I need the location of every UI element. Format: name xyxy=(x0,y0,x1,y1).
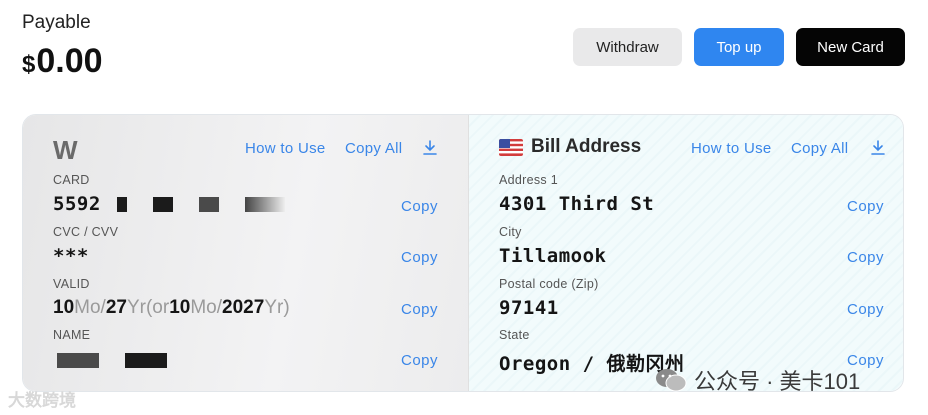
cvc-value: *** xyxy=(53,245,89,267)
copy-address-button[interactable]: Copy xyxy=(847,198,884,215)
new-card-button[interactable]: New Card xyxy=(796,28,905,66)
copy-all-link[interactable]: Copy All xyxy=(791,140,848,157)
card-number: 5592 xyxy=(53,193,299,215)
balance-label: Payable xyxy=(22,12,91,33)
zip-value: 97141 xyxy=(499,297,559,319)
valid-label: VALID xyxy=(53,277,90,291)
download-icon[interactable] xyxy=(422,139,438,157)
city-label: City xyxy=(499,225,522,239)
valid-month: 10 xyxy=(53,297,75,318)
copy-zip-button[interactable]: Copy xyxy=(847,301,884,318)
redacted-block xyxy=(152,197,173,212)
watermark-text: 公众号 · 美卡101 xyxy=(694,369,861,394)
valid-year-full: 2027 xyxy=(222,297,265,318)
copy-all-link[interactable]: Copy All xyxy=(345,140,402,157)
currency-symbol: $ xyxy=(22,51,36,78)
copy-name-button[interactable]: Copy xyxy=(401,352,438,369)
cvc-label: CVC / CVV xyxy=(53,225,119,239)
card-number-prefix: 5592 xyxy=(53,193,101,215)
cardholder-name xyxy=(53,349,181,371)
redacted-block xyxy=(124,353,167,368)
valid-value: 10Mo/27Yr(or10Mo/2027Yr) xyxy=(53,297,290,319)
card-label: CARD xyxy=(53,173,90,187)
valid-month-alt: 10 xyxy=(169,297,191,318)
how-to-use-link[interactable]: How to Use xyxy=(691,140,772,157)
download-icon[interactable] xyxy=(870,139,886,157)
name-label: NAME xyxy=(53,328,91,342)
brand-logo: W xyxy=(53,135,78,165)
close-paren: ) xyxy=(283,297,290,318)
redacted-block xyxy=(244,197,285,212)
year-unit: Yr xyxy=(126,297,146,318)
month-unit: Mo xyxy=(74,297,101,318)
zip-label: Postal code (Zip) xyxy=(499,277,599,291)
copy-valid-button[interactable]: Copy xyxy=(401,301,438,318)
balance-amount: $0.00 xyxy=(22,42,103,81)
wechat-icon xyxy=(654,367,688,393)
watermark-right: 公众号 · 美卡101 xyxy=(654,364,860,396)
address1-label: Address 1 xyxy=(499,173,558,187)
copy-card-button[interactable]: Copy xyxy=(401,198,438,215)
address1-value: 4301 Third St xyxy=(499,193,655,215)
bill-address-panel: Bill Address How to Use Copy All Address… xyxy=(469,115,903,391)
bill-address-title: Bill Address xyxy=(531,136,642,157)
redacted-block xyxy=(116,197,127,212)
city-value: Tillamook xyxy=(499,245,607,267)
year-unit: Yr xyxy=(264,297,284,318)
withdraw-button[interactable]: Withdraw xyxy=(573,28,682,66)
copy-city-button[interactable]: Copy xyxy=(847,249,884,266)
copy-cvc-button[interactable]: Copy xyxy=(401,249,438,266)
redacted-block xyxy=(57,353,99,368)
bill-address-header: Bill Address xyxy=(499,136,641,158)
watermark-left: 大数跨境 xyxy=(8,391,76,410)
month-unit: Mo xyxy=(190,297,217,318)
state-label: State xyxy=(499,328,530,342)
or-text: (or xyxy=(145,297,170,318)
redacted-block xyxy=(198,197,219,212)
top-up-button[interactable]: Top up xyxy=(694,28,784,66)
us-flag-icon xyxy=(499,138,523,156)
valid-year-short: 27 xyxy=(105,297,127,318)
balance-value: 0.00 xyxy=(36,42,103,80)
card-details: W How to Use Copy All CARD 5592 Copy CVC… xyxy=(22,114,904,392)
how-to-use-link[interactable]: How to Use xyxy=(245,140,326,157)
card-info-panel: W How to Use Copy All CARD 5592 Copy CVC… xyxy=(23,115,469,391)
